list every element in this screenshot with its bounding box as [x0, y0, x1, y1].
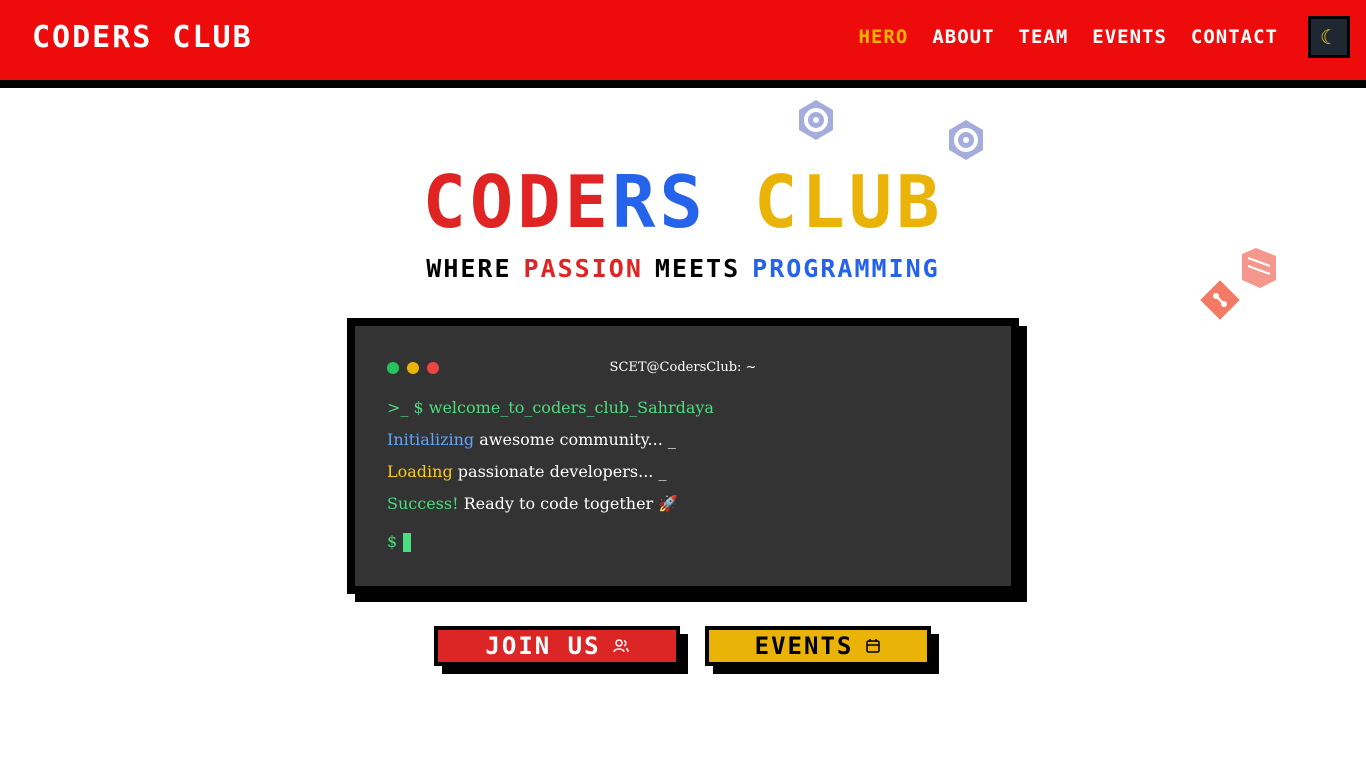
- hero-title-part-1: CODE: [422, 160, 612, 244]
- events-button[interactable]: EVENTS: [705, 626, 931, 666]
- gear-icon: [799, 100, 833, 140]
- nav-hero[interactable]: HERO: [859, 26, 909, 48]
- git-icon: [1200, 280, 1240, 320]
- terminal-command: welcome_to_coders_club_Sahrdaya: [428, 398, 714, 417]
- hero-title: CODERS CLUB: [0, 166, 1366, 238]
- terminal-window: SCET@CodersClub: ~ >_ $ welcome_to_coder…: [347, 318, 1019, 594]
- terminal-output-line: Success! Ready to code together 🚀: [387, 494, 678, 513]
- theme-toggle-button[interactable]: ☾: [1308, 16, 1350, 58]
- top-navbar: CODERS CLUB HERO ABOUT TEAM EVENTS CONTA…: [0, 0, 1366, 88]
- terminal-command-line: >_ $ welcome_to_coders_club_Sahrdaya: [387, 398, 714, 417]
- nav-menu: HERO ABOUT TEAM EVENTS CONTACT: [859, 26, 1278, 48]
- terminal-cursor: [403, 533, 412, 552]
- terminal-output-line: Loading passionate developers... _: [387, 462, 666, 481]
- subtitle-word-3: MEETS: [654, 254, 741, 283]
- subtitle-word-4: PROGRAMMING: [752, 254, 940, 283]
- terminal-input-line[interactable]: $: [387, 532, 412, 552]
- hero-title-part-2: RS: [611, 160, 707, 244]
- terminal-output-line: Initializing awesome community... _: [387, 430, 676, 449]
- output-keyword: Success!: [387, 494, 459, 513]
- moon-icon: ☾: [1320, 25, 1338, 49]
- hero-title-part-3: CLUB: [754, 160, 944, 244]
- users-icon: [612, 639, 629, 653]
- gear-icon: [949, 120, 983, 160]
- nav-team[interactable]: TEAM: [1019, 26, 1069, 48]
- events-label: EVENTS: [754, 632, 854, 660]
- output-keyword: Initializing: [387, 430, 475, 449]
- join-us-label: JOIN US: [485, 632, 601, 660]
- brand-logo[interactable]: CODERS CLUB: [32, 20, 253, 55]
- subtitle-word-1: WHERE: [426, 254, 512, 283]
- output-text: Ready to code together 🚀: [463, 494, 679, 513]
- calendar-icon: [866, 639, 881, 653]
- nav-events[interactable]: EVENTS: [1092, 26, 1167, 48]
- input-prompt: $: [387, 532, 398, 551]
- output-text: awesome community... _: [479, 430, 676, 449]
- hero-subtitle: WHERE PASSION MEETS PROGRAMMING: [0, 254, 1366, 283]
- terminal-title: SCET@CodersClub: ~: [609, 360, 757, 375]
- output-text: passionate developers... _: [457, 462, 667, 481]
- join-us-button[interactable]: JOIN US: [434, 626, 680, 666]
- nav-about[interactable]: ABOUT: [932, 26, 994, 48]
- output-keyword: Loading: [387, 462, 453, 481]
- subtitle-word-2: PASSION: [523, 254, 643, 283]
- terminal-prompt: >_ $: [387, 398, 424, 417]
- nav-contact[interactable]: CONTACT: [1191, 26, 1278, 48]
